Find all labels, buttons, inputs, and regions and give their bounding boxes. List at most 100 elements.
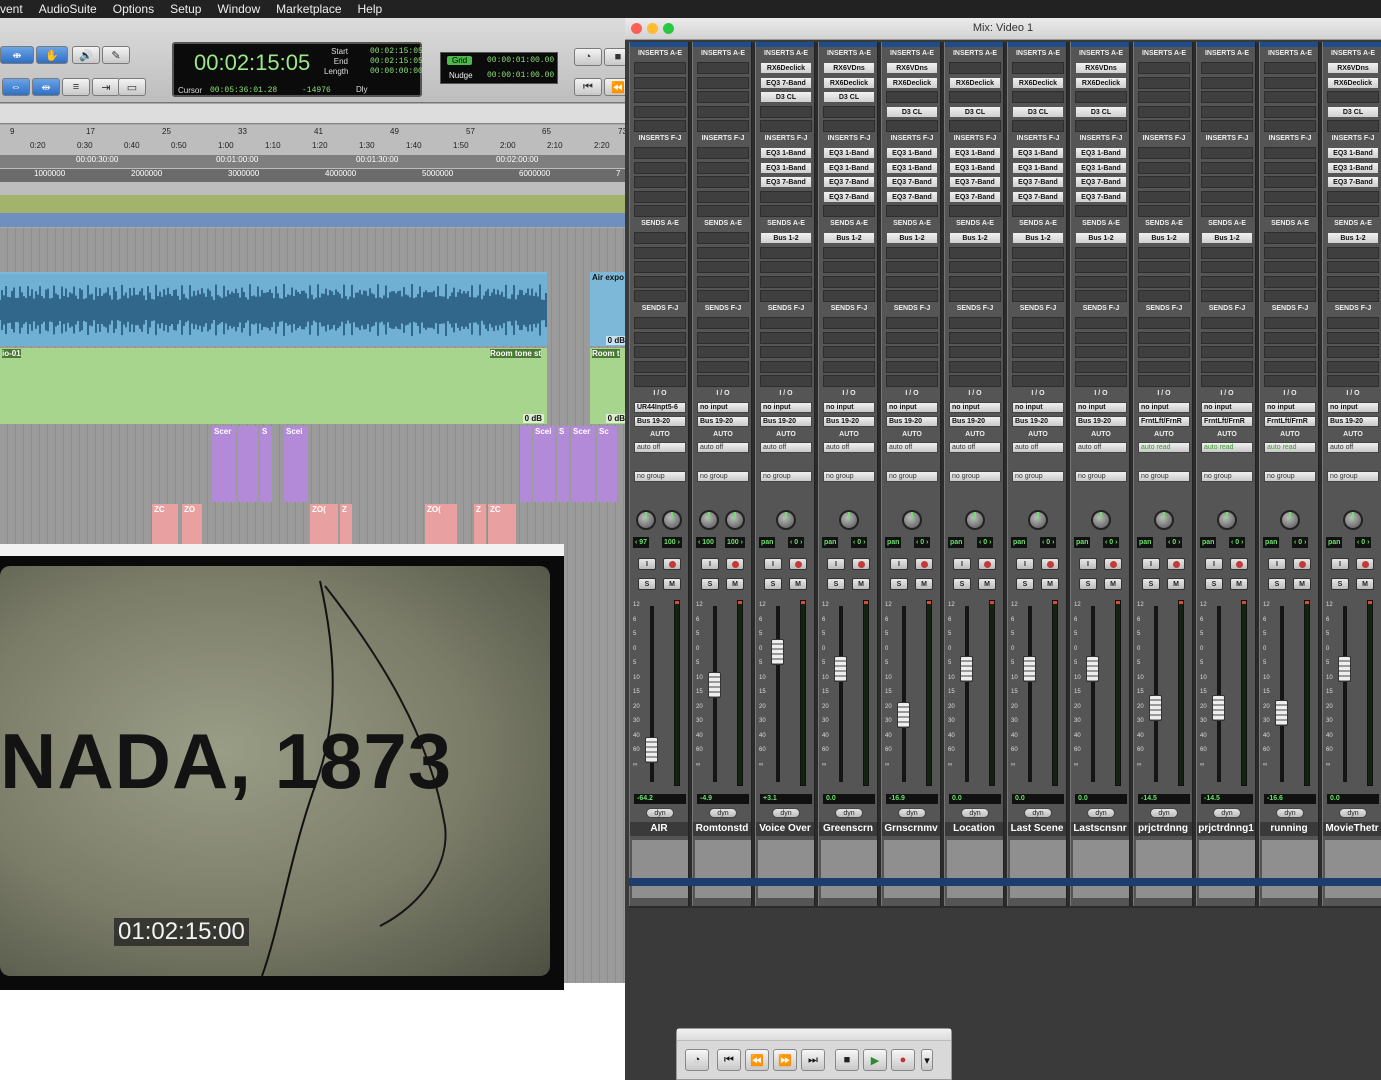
insert-slot[interactable] — [1327, 120, 1379, 132]
group-selector[interactable]: no group — [634, 471, 686, 482]
scene-clip[interactable]: Sc — [597, 426, 617, 502]
input-selector[interactable]: no input — [886, 402, 938, 413]
input-monitor-button[interactable]: I — [701, 558, 719, 570]
send-slot[interactable] — [760, 360, 812, 373]
insert-slot[interactable] — [1138, 62, 1190, 74]
comments-field[interactable] — [632, 840, 688, 898]
insert-slot[interactable] — [886, 120, 938, 132]
insert-slot[interactable] — [634, 105, 686, 118]
insert-slot[interactable]: D3 CL — [1012, 105, 1064, 118]
insert-slot[interactable]: EQ3 7-Band — [760, 176, 812, 188]
mirror-midi-icon[interactable]: ▭ — [118, 78, 146, 96]
group-selector[interactable]: no group — [1012, 471, 1064, 482]
volume-fader[interactable] — [645, 737, 658, 764]
insert-slot[interactable] — [1138, 147, 1190, 159]
insert-slot[interactable] — [823, 120, 875, 132]
send-slot[interactable] — [1327, 317, 1379, 329]
send-slot[interactable] — [760, 317, 812, 329]
link-track-icon[interactable]: ⇹ — [32, 78, 60, 96]
pan-left-knob[interactable] — [636, 510, 656, 530]
insert-slot[interactable]: D3 CL — [886, 105, 938, 118]
input-monitor-button[interactable]: I — [890, 558, 908, 570]
comments-field[interactable] — [758, 840, 814, 898]
group-selector[interactable]: no group — [1327, 471, 1379, 482]
insert-slot[interactable] — [697, 176, 749, 188]
input-selector[interactable]: no input — [1075, 402, 1127, 413]
send-slot[interactable]: Bus 1-2 — [1327, 232, 1379, 244]
insert-slot[interactable]: EQ3 1-Band — [1075, 147, 1127, 159]
send-slot[interactable] — [697, 360, 749, 373]
send-slot[interactable]: Bus 1-2 — [1012, 232, 1064, 244]
insert-slot[interactable] — [1201, 76, 1253, 89]
group-selector[interactable]: no group — [823, 471, 875, 482]
insert-slot[interactable]: RX6VDns — [1075, 62, 1127, 74]
mute-button[interactable]: M — [789, 578, 807, 590]
automation-mode-selector[interactable]: auto off — [760, 442, 812, 453]
input-monitor-button[interactable]: I — [1079, 558, 1097, 570]
send-slot[interactable] — [1264, 232, 1316, 244]
insert-slot[interactable] — [697, 62, 749, 74]
comments-field[interactable] — [1073, 840, 1129, 898]
online-icon[interactable]: ◔ — [685, 1049, 709, 1071]
output-selector[interactable]: FrntLft/FrnR — [1138, 416, 1190, 427]
volume-value[interactable]: -16.6 — [1264, 794, 1316, 804]
insert-slot[interactable] — [1327, 205, 1379, 217]
insert-slot[interactable]: RX6Declick — [1012, 76, 1064, 89]
mute-button[interactable]: M — [1167, 578, 1185, 590]
send-slot[interactable] — [823, 317, 875, 329]
send-slot[interactable] — [1201, 275, 1253, 288]
fast-forward-icon[interactable]: ⏩ — [773, 1049, 797, 1071]
insert-slot[interactable]: EQ3 7-Band — [1012, 176, 1064, 188]
pan-knob[interactable] — [1343, 510, 1363, 530]
insert-slot[interactable]: EQ3 7-Band — [1327, 176, 1379, 188]
solo-button[interactable]: S — [1331, 578, 1349, 590]
insert-slot[interactable]: D3 CL — [760, 91, 812, 103]
send-slot[interactable]: Bus 1-2 — [1075, 232, 1127, 244]
insert-slot[interactable] — [1138, 205, 1190, 217]
send-slot[interactable] — [634, 346, 686, 358]
mute-button[interactable]: M — [1293, 578, 1311, 590]
mute-button[interactable]: M — [663, 578, 681, 590]
insert-slot[interactable] — [697, 105, 749, 118]
minsec-ruler[interactable]: 0:20 0:30 0:40 0:50 1:00 1:10 1:20 1:30 1:40 1:50… — [0, 141, 626, 154]
volume-value[interactable]: -4.9 — [697, 794, 749, 804]
send-slot[interactable] — [1201, 317, 1253, 329]
dyn-button[interactable]: dyn — [1213, 808, 1241, 818]
solo-button[interactable]: S — [1268, 578, 1286, 590]
send-slot[interactable] — [1264, 290, 1316, 302]
insert-slot[interactable] — [949, 62, 1001, 74]
online-icon[interactable]: ◔ — [574, 48, 602, 66]
send-slot[interactable] — [634, 246, 686, 259]
insert-slot[interactable]: EQ3 1-Band — [760, 147, 812, 159]
input-selector[interactable]: no input — [1264, 402, 1316, 413]
send-slot[interactable] — [949, 346, 1001, 358]
insert-slot[interactable] — [1201, 176, 1253, 188]
insert-slot[interactable] — [1012, 205, 1064, 217]
input-selector[interactable]: no input — [1138, 402, 1190, 413]
insert-slot[interactable]: D3 CL — [1327, 105, 1379, 118]
volume-value[interactable]: -14.5 — [1201, 794, 1253, 804]
mute-button[interactable]: M — [1356, 578, 1374, 590]
send-slot[interactable] — [697, 261, 749, 273]
send-slot[interactable] — [760, 331, 812, 344]
send-slot[interactable]: Bus 1-2 — [1201, 232, 1253, 244]
pan-knob[interactable] — [1217, 510, 1237, 530]
send-slot[interactable] — [949, 375, 1001, 387]
automation-mode-selector[interactable]: auto off — [634, 442, 686, 453]
insert-slot[interactable]: EQ3 7-Band — [1012, 190, 1064, 203]
send-slot[interactable] — [1075, 261, 1127, 273]
solo-button[interactable]: S — [953, 578, 971, 590]
insert-slot[interactable]: EQ3 1-Band — [1327, 161, 1379, 174]
send-slot[interactable] — [1075, 375, 1127, 387]
insert-slot[interactable]: EQ3 7-Band — [949, 190, 1001, 203]
input-monitor-button[interactable]: I — [1268, 558, 1286, 570]
send-slot[interactable] — [697, 346, 749, 358]
send-slot[interactable] — [1327, 261, 1379, 273]
comments-field[interactable] — [1010, 840, 1066, 898]
send-slot[interactable] — [760, 290, 812, 302]
insert-slot[interactable] — [1264, 176, 1316, 188]
send-slot[interactable] — [1201, 331, 1253, 344]
send-slot[interactable] — [1075, 360, 1127, 373]
send-slot[interactable] — [1138, 290, 1190, 302]
mute-button[interactable]: M — [852, 578, 870, 590]
